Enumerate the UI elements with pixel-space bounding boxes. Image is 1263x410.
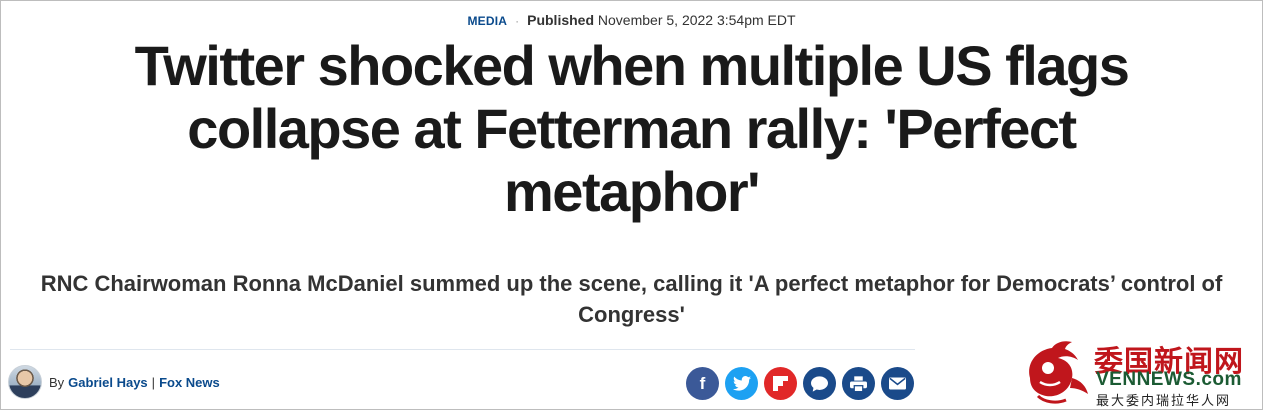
share-bar: f: [686, 367, 914, 400]
outlet-link[interactable]: Fox News: [159, 375, 220, 390]
watermark-slogan: 最大委内瑞拉华人网: [1096, 394, 1232, 409]
print-button[interactable]: [842, 367, 875, 400]
watermark: 委国新闻网 VENNEWS.com 最大委内瑞拉华人网: [1022, 338, 1258, 409]
print-icon: [850, 375, 867, 392]
article-headline: Twitter shocked when multiple US flags c…: [134, 34, 1130, 223]
divider: [10, 349, 915, 350]
meta-separator: ·: [515, 14, 520, 28]
byline-separator: |: [151, 374, 156, 390]
comment-icon: [811, 375, 828, 392]
flipboard-icon: [773, 376, 788, 391]
comment-button[interactable]: [803, 367, 836, 400]
byline: By Gabriel Hays | Fox News: [8, 364, 220, 400]
facebook-icon: f: [699, 373, 706, 393]
watermark-url: VENNEWS.com: [1096, 369, 1242, 390]
email-icon: [889, 377, 906, 390]
twitter-share-button[interactable]: [725, 367, 758, 400]
article-meta: MEDIA · Published November 5, 2022 3:54pm …: [0, 12, 1263, 28]
facebook-share-button[interactable]: f: [686, 367, 719, 400]
twitter-icon: [732, 376, 751, 391]
published-label: Published: [527, 12, 595, 28]
article-subheadline: RNC Chairwoman Ronna McDaniel summed up …: [40, 271, 1223, 327]
author-avatar[interactable]: [8, 365, 42, 399]
author-link[interactable]: Gabriel Hays: [68, 375, 148, 390]
email-share-button[interactable]: [881, 367, 914, 400]
byline-prefix: By: [49, 374, 65, 390]
dragon-logo-icon: [1029, 341, 1088, 404]
published-date: November 5, 2022 3:54pm EDT: [597, 12, 796, 28]
category-link[interactable]: MEDIA: [467, 14, 507, 28]
flipboard-share-button[interactable]: [764, 367, 797, 400]
